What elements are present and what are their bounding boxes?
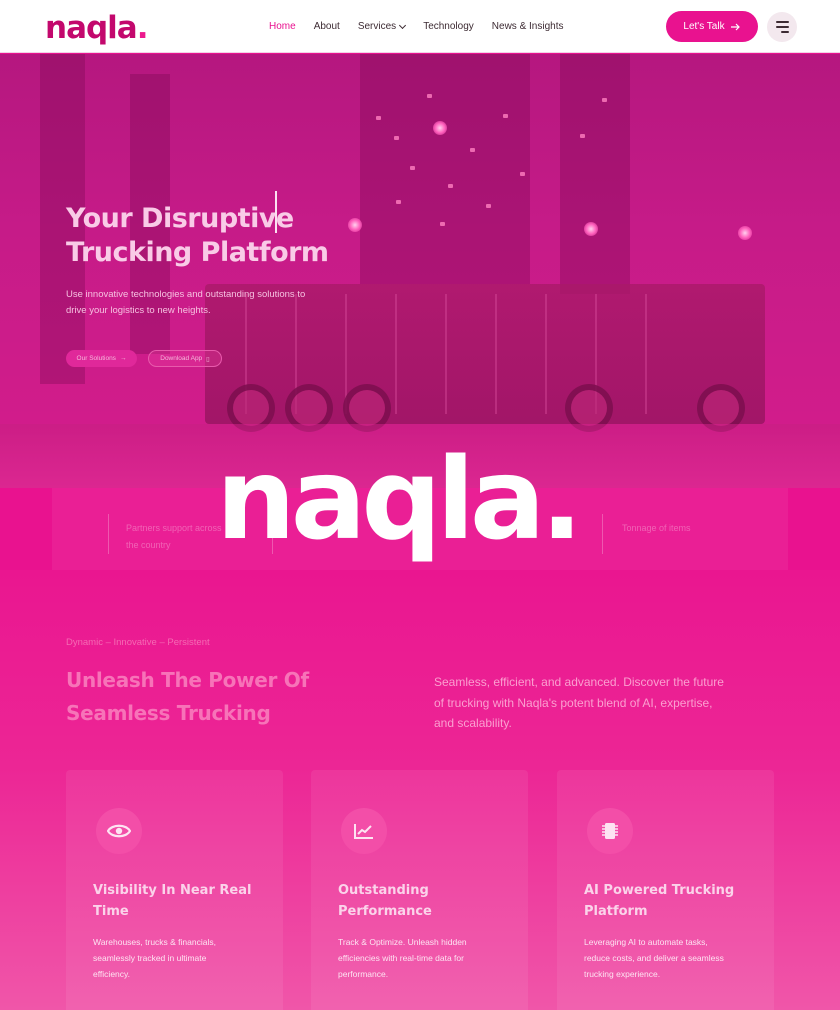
- features-section: Dynamic – Innovative – Persistent Unleas…: [0, 570, 840, 1010]
- nav-home-label: Home: [269, 21, 296, 32]
- main-nav: Home About Services Technology News & In…: [269, 0, 581, 53]
- overlay-logo-dot: .: [540, 435, 582, 565]
- nav-home[interactable]: Home: [269, 21, 296, 32]
- arrow-right-icon: →: [119, 355, 127, 362]
- hero-title-line2: Trucking Platform: [66, 237, 329, 268]
- logo-text: naqla: [45, 10, 138, 46]
- chip-icon: [587, 808, 633, 854]
- eye-icon: [96, 808, 142, 854]
- typing-caret: [275, 191, 277, 233]
- street-lamp: [433, 121, 447, 135]
- naqla-logo[interactable]: naqla.: [45, 10, 148, 46]
- hamburger-menu-icon: [775, 21, 789, 23]
- feature-card-performance: Outstanding Performance Track & Optimize…: [311, 770, 528, 1010]
- download-app-label: Download App: [160, 355, 203, 362]
- features-description: Seamless, efficient, and advanced. Disco…: [434, 675, 724, 730]
- street-lamp: [738, 226, 752, 240]
- overlay-logo-text: naqla: [216, 435, 545, 565]
- chevron-down-icon: [399, 21, 407, 29]
- building-bg: [360, 54, 530, 284]
- arrow-right-icon: [730, 23, 740, 30]
- nav-services-label: Services: [357, 21, 397, 32]
- feature-card-title: Outstanding Performance: [338, 883, 432, 919]
- nav-about-label: About: [313, 21, 340, 32]
- phone-icon: ▯: [206, 355, 210, 363]
- site-header: naqla. Home About Services Technology Ne…: [0, 0, 840, 53]
- download-app-button[interactable]: Download App ▯: [148, 350, 222, 367]
- nav-news-label: News & Insights: [491, 21, 564, 32]
- hero-subtitle: Use innovative technologies and outstand…: [66, 289, 306, 316]
- feature-card-text: Leveraging AI to automate tasks, reduce …: [584, 937, 724, 979]
- lets-talk-button[interactable]: Let's Talk: [666, 11, 758, 42]
- building-bg: [560, 54, 630, 294]
- hamburger-menu-button[interactable]: [767, 12, 797, 42]
- naqla-overlay-logo: naqla.: [216, 420, 626, 580]
- our-solutions-label: Our Solutions: [76, 355, 116, 362]
- nav-technology-label: Technology: [423, 21, 474, 32]
- feature-card-text: Warehouses, trucks & financials, seamles…: [93, 937, 216, 979]
- nav-services[interactable]: Services: [357, 21, 407, 32]
- features-tagline: Dynamic – Innovative – Persistent: [66, 637, 210, 648]
- features-title: Unleash The Power Of Seamless Trucking: [66, 668, 309, 725]
- nav-about[interactable]: About: [314, 21, 340, 32]
- logo-dot: .: [136, 10, 149, 46]
- hero-title: Your Disruptive Trucking Platform: [66, 202, 366, 270]
- nav-technology[interactable]: Technology: [423, 21, 474, 32]
- feature-card-title: AI Powered Trucking Platform: [584, 883, 735, 919]
- street-lamp: [584, 222, 598, 236]
- hero-title-line1: Your Disruptive: [66, 203, 294, 234]
- feature-card-text: Track & Optimize. Unleash hidden efficie…: [338, 937, 467, 979]
- feature-card-ai: AI Powered Trucking Platform Leveraging …: [557, 770, 774, 1010]
- feature-card-title: Visibility In Near Real Time: [93, 883, 252, 919]
- feature-card-visibility: Visibility In Near Real Time Warehouses,…: [66, 770, 283, 1010]
- stat-tonnage-text: Tonnage of items: [622, 523, 691, 533]
- nav-news-insights[interactable]: News & Insights: [492, 21, 564, 32]
- chart-trend-icon: [341, 808, 387, 854]
- lets-talk-label: Let's Talk: [683, 21, 725, 32]
- our-solutions-button[interactable]: Our Solutions →: [66, 350, 137, 367]
